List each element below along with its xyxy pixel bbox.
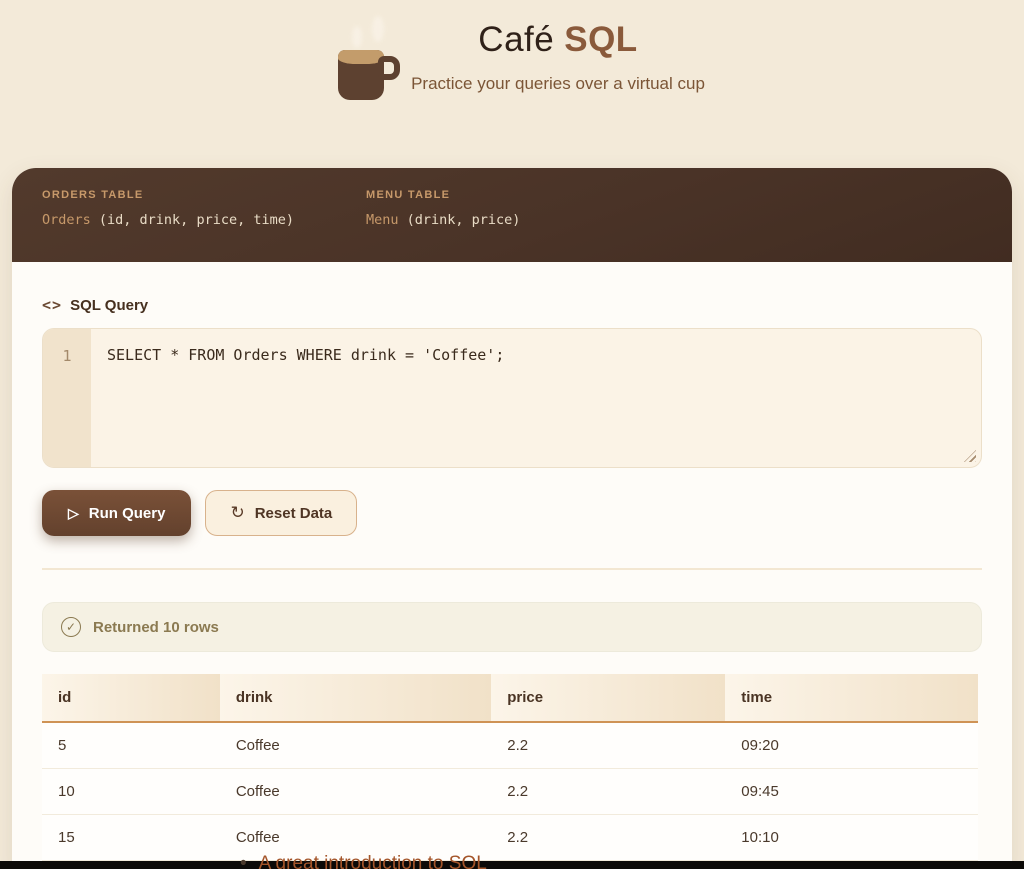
menu-table-label: MENU TABLE bbox=[366, 189, 520, 201]
cell-time: 09:45 bbox=[725, 769, 978, 815]
results-table-container: id drink price time 5 Coffee 2.2 09:20 1… bbox=[42, 674, 978, 861]
column-header-drink: drink bbox=[220, 674, 491, 722]
column-header-id: id bbox=[42, 674, 220, 722]
cell-price: 2.2 bbox=[491, 769, 725, 815]
divider bbox=[42, 568, 982, 570]
table-row: 10 Coffee 2.2 09:45 bbox=[42, 769, 978, 815]
check-circle-icon: ✓ bbox=[61, 617, 81, 637]
cell-id: 15 bbox=[42, 815, 220, 861]
play-icon: ▷ bbox=[68, 505, 79, 522]
schema-orders: ORDERS TABLE Orders (id, drink, price, t… bbox=[42, 189, 294, 262]
cell-drink: Coffee bbox=[220, 769, 491, 815]
sql-code-input[interactable]: SELECT * FROM Orders WHERE drink = 'Coff… bbox=[91, 329, 981, 467]
title-block: Café SQL Practice your queries over a vir… bbox=[76, 20, 1024, 94]
cell-price: 2.2 bbox=[491, 722, 725, 769]
code-brackets-icon: <> bbox=[42, 296, 62, 314]
column-header-time: time bbox=[725, 674, 978, 722]
main-card: ORDERS TABLE Orders (id, drink, price, t… bbox=[12, 168, 1012, 869]
run-query-label: Run Query bbox=[89, 505, 166, 522]
page-header: Café SQL Practice your queries over a vir… bbox=[0, 0, 1024, 168]
column-header-price: price bbox=[491, 674, 725, 722]
page: { "header": { "title_cafe": "Café", "tit… bbox=[0, 0, 1024, 869]
cell-time: 09:20 bbox=[725, 722, 978, 769]
sql-query-label: SQL Query bbox=[70, 297, 148, 314]
reset-data-button[interactable]: ↻ Reset Data bbox=[205, 490, 357, 536]
menu-table-signature: Menu (drink, price) bbox=[366, 212, 520, 228]
line-number: 1 bbox=[62, 347, 71, 365]
schema-menu: MENU TABLE Menu (drink, price) bbox=[366, 189, 520, 262]
reset-data-label: Reset Data bbox=[255, 505, 333, 522]
status-message: Returned 10 rows bbox=[93, 619, 219, 636]
bottom-bar bbox=[0, 861, 1024, 869]
app-title-sql: SQL bbox=[564, 20, 637, 59]
cell-id: 5 bbox=[42, 722, 220, 769]
schema-bar: ORDERS TABLE Orders (id, drink, price, t… bbox=[12, 168, 1012, 262]
results-table: id drink price time 5 Coffee 2.2 09:20 1… bbox=[42, 674, 978, 861]
orders-table-label: ORDERS TABLE bbox=[42, 189, 294, 201]
card-body: <> SQL Query 1 SELECT * FROM Orders WHER… bbox=[12, 262, 1012, 861]
table-row: 5 Coffee 2.2 09:20 bbox=[42, 722, 978, 769]
table-row: 15 Coffee 2.2 10:10 bbox=[42, 815, 978, 861]
footer-resource-link[interactable]: • A great introduction to SQL bbox=[240, 854, 487, 869]
cell-price: 2.2 bbox=[491, 815, 725, 861]
app-title: Café SQL bbox=[76, 20, 1024, 60]
query-status: ✓ Returned 10 rows bbox=[42, 602, 982, 652]
sql-editor[interactable]: 1 SELECT * FROM Orders WHERE drink = 'Co… bbox=[42, 328, 982, 468]
footer-link-text: A great introduction to SQL bbox=[259, 853, 487, 869]
cell-drink: Coffee bbox=[220, 722, 491, 769]
results-header-row: id drink price time bbox=[42, 674, 978, 722]
cell-id: 10 bbox=[42, 769, 220, 815]
sql-query-label-row: <> SQL Query bbox=[42, 296, 982, 314]
orders-table-signature: Orders (id, drink, price, time) bbox=[42, 212, 294, 228]
toolbar: ▷ Run Query ↻ Reset Data bbox=[42, 490, 982, 536]
app-subtitle: Practice your queries over a virtual cup bbox=[76, 74, 1024, 94]
app-title-cafe: Café bbox=[478, 20, 554, 59]
cell-time: 10:10 bbox=[725, 815, 978, 861]
refresh-icon: ↻ bbox=[230, 503, 244, 523]
run-query-button[interactable]: ▷ Run Query bbox=[42, 490, 191, 536]
line-number-gutter: 1 bbox=[43, 329, 91, 467]
list-bullet: • bbox=[240, 853, 247, 869]
